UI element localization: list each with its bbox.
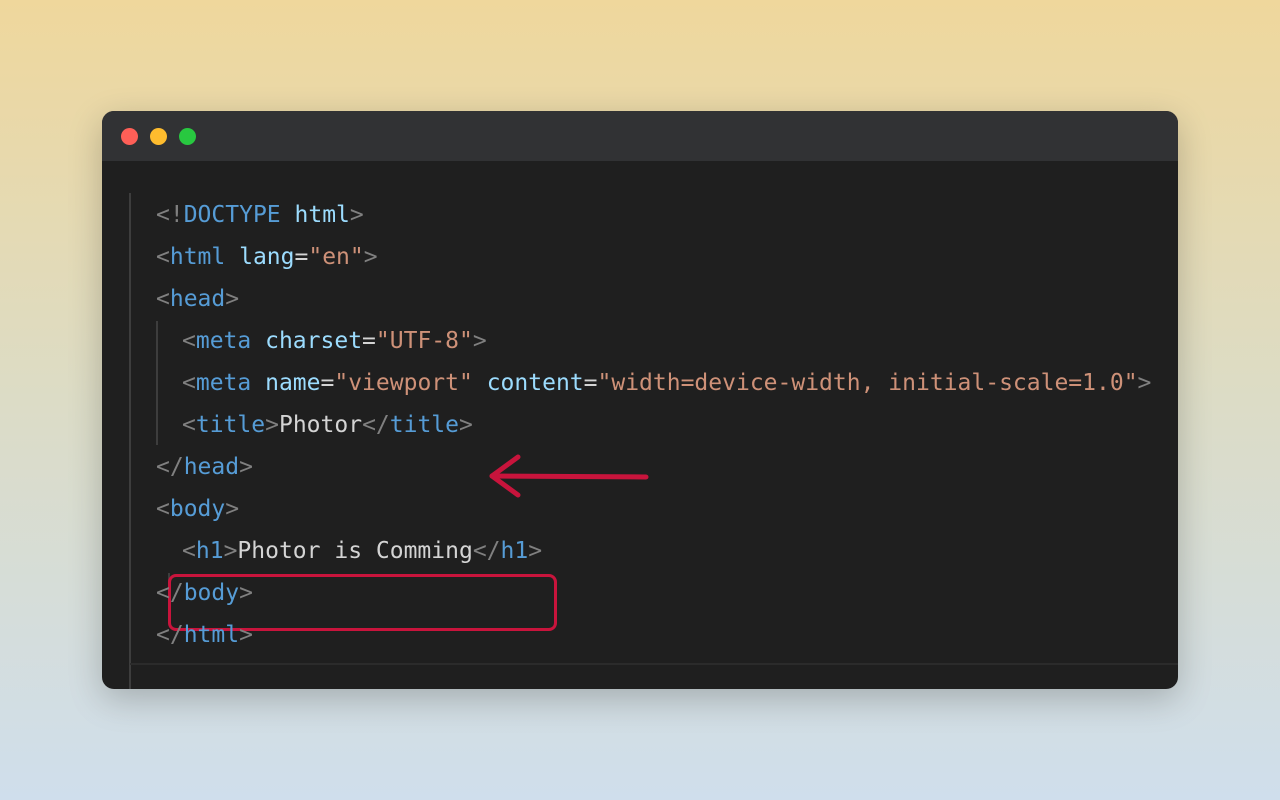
token-text: = (294, 244, 309, 270)
code-line-1[interactable]: <!DOCTYPE html> (156, 194, 364, 236)
token-string: "en" (308, 244, 364, 270)
token-punctuation: <! (156, 202, 184, 228)
code-line-11[interactable]: </html> (156, 614, 253, 656)
token-punctuation: </ (472, 538, 501, 564)
token-text: = (320, 370, 335, 396)
token-punctuation: > (239, 454, 253, 480)
token-punctuation: < (182, 328, 196, 354)
indent-guide-root (129, 193, 131, 689)
token-tag-name: head (169, 286, 226, 312)
token-tag-name: h1 (500, 538, 529, 564)
token-tag-name: title (195, 412, 266, 438)
current-line-highlight (130, 663, 1178, 689)
token-text: Photor (278, 412, 363, 438)
token-tag-name: body (183, 580, 240, 606)
code-line-9[interactable]: <h1>Photor is Comming</h1> (182, 530, 542, 572)
token-attribute: html (294, 202, 350, 228)
token-attribute: name (265, 370, 321, 396)
token-punctuation: </ (156, 622, 184, 648)
code-line-3[interactable]: <head> (156, 278, 239, 320)
token-punctuation: </ (156, 580, 184, 606)
token-punctuation: < (156, 496, 170, 522)
token-tag-name: html (169, 244, 226, 270)
token-punctuation: > (363, 244, 378, 270)
token-string: "viewport" (334, 370, 473, 396)
token-tag-name: meta (195, 328, 252, 354)
token-punctuation: > (225, 496, 240, 522)
token-text: Photor is Comming (237, 538, 473, 564)
token-tag-name: html (183, 622, 240, 648)
code-line-6[interactable]: <title>Photor</title> (182, 404, 473, 446)
token-tag-name: head (183, 454, 240, 480)
token-tag-name: body (169, 496, 226, 522)
token-tag-name: h1 (195, 538, 224, 564)
code-line-5[interactable]: <meta name="viewport" content="width=dev… (182, 362, 1151, 404)
token-punctuation: < (182, 538, 196, 564)
code-line-4[interactable]: <meta charset="UTF-8"> (182, 320, 487, 362)
token-attribute: content (486, 370, 584, 396)
token-punctuation: > (225, 286, 240, 312)
indent-guide-head (156, 321, 158, 445)
token-punctuation: > (223, 538, 238, 564)
token-punctuation: < (156, 286, 170, 312)
code-window: <!DOCTYPE html> <html lang="en"> <head> <me… (102, 111, 1178, 689)
token-text: = (583, 370, 598, 396)
token-punctuation: > (472, 328, 487, 354)
token-punctuation: > (265, 412, 279, 438)
token-punctuation: < (182, 370, 196, 396)
zoom-button[interactable] (179, 128, 196, 145)
minimize-button[interactable] (150, 128, 167, 145)
code-line-8[interactable]: <body> (156, 488, 239, 530)
token-punctuation: </ (362, 412, 390, 438)
code-line-2[interactable]: <html lang="en"> (156, 236, 378, 278)
token-punctuation: > (349, 202, 364, 228)
code-editor[interactable]: <!DOCTYPE html> <html lang="en"> <head> <me… (102, 161, 1178, 689)
code-line-7[interactable]: </head> (156, 446, 253, 488)
token-string: "UTF-8" (375, 328, 473, 354)
token-attribute: lang (239, 244, 295, 270)
token-tag-name: meta (195, 370, 252, 396)
token-string: "width=device-width, initial-scale=1.0" (597, 370, 1138, 396)
token-punctuation: > (459, 412, 473, 438)
token-punctuation: > (239, 580, 253, 606)
window-titlebar (102, 111, 1178, 161)
token-attribute: charset (265, 328, 363, 354)
red-arrow-annotation (489, 454, 649, 498)
token-punctuation: </ (156, 454, 184, 480)
token-punctuation: < (182, 412, 196, 438)
token-text: = (362, 328, 376, 354)
code-line-10[interactable]: </body> (156, 572, 253, 614)
token-punctuation: > (1137, 370, 1152, 396)
token-tag-name: title (389, 412, 460, 438)
token-punctuation: > (239, 622, 253, 648)
token-tag-name: DOCTYPE (183, 202, 281, 228)
close-button[interactable] (121, 128, 138, 145)
token-punctuation: > (528, 538, 543, 564)
token-punctuation: < (156, 244, 170, 270)
